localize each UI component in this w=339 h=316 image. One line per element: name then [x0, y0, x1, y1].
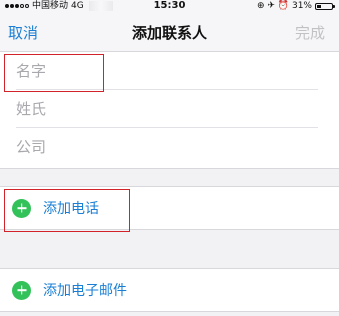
add-contact-screen: 中国移动 4G 15:30 ⊕ ✈ ⏰ 31% 取消 添加联系人 完成 名字 姓…: [0, 0, 339, 316]
last-name-field[interactable]: 姓氏: [16, 90, 318, 128]
add-phone-button[interactable]: 添加电话: [12, 187, 99, 229]
status-right: ⊕ ✈ ⏰ 31%: [256, 0, 335, 12]
add-email-section: 添加电子邮件: [0, 268, 339, 312]
signal-strength-icon: [5, 4, 29, 8]
battery-fill: [317, 4, 321, 8]
battery-icon: [315, 2, 335, 10]
status-bar: 中国移动 4G 15:30 ⊕ ✈ ⏰ 31%: [0, 0, 339, 12]
status-icons: ⊕ ✈ ⏰: [256, 1, 289, 11]
blurred-wifi-icon: [88, 1, 113, 11]
status-left: 中国移动 4G: [5, 0, 113, 12]
add-circle-icon: [12, 198, 31, 218]
add-phone-section: 添加电话: [0, 186, 339, 230]
cancel-button[interactable]: 取消: [8, 22, 38, 43]
page-title: 添加联系人: [131, 24, 208, 42]
first-name-field[interactable]: 名字: [16, 52, 318, 90]
contact-name-form: 名字 姓氏 公司: [0, 52, 339, 169]
status-time: 15:30: [153, 0, 186, 11]
add-phone-label: 添加电话: [43, 201, 99, 217]
battery-percent: 31%: [291, 1, 312, 11]
done-button[interactable]: 完成: [295, 22, 325, 43]
add-email-label: 添加电子邮件: [43, 283, 127, 299]
network-type: 4G: [71, 1, 84, 11]
company-field[interactable]: 公司: [16, 128, 318, 166]
add-email-button[interactable]: 添加电子邮件: [12, 269, 127, 311]
add-circle-icon: [12, 280, 31, 300]
carrier-name: 中国移动: [32, 1, 69, 11]
navigation-bar: 取消 添加联系人 完成: [0, 12, 339, 52]
